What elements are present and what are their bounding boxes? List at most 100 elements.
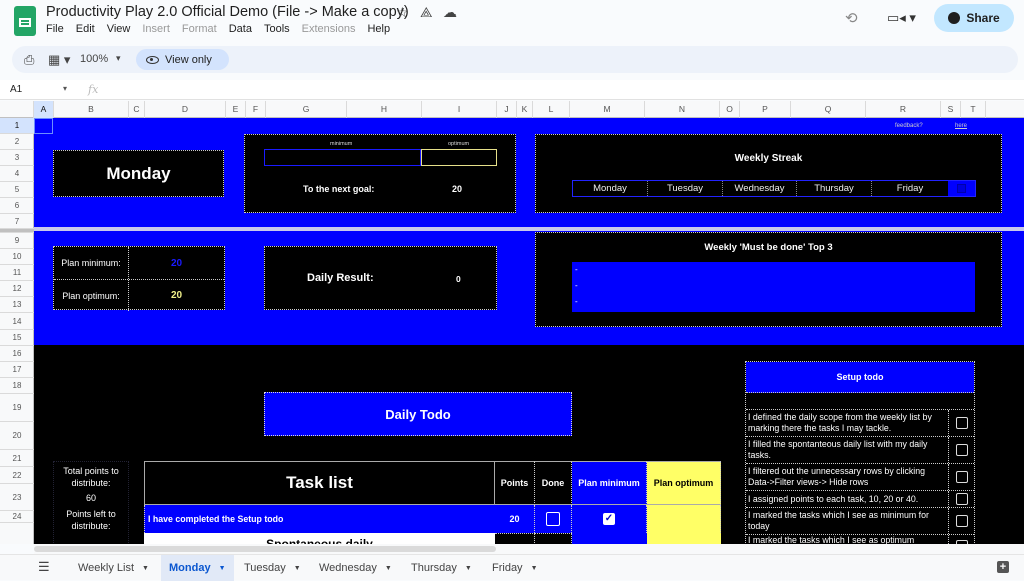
column-header-g[interactable]: G bbox=[266, 101, 347, 118]
menu-data[interactable]: Data bbox=[229, 23, 252, 35]
star-icon[interactable]: ☆ bbox=[396, 4, 409, 21]
sheets-logo-icon[interactable] bbox=[14, 6, 36, 36]
row-header-12[interactable]: 12 bbox=[0, 281, 34, 297]
task-plan-opt-cell[interactable] bbox=[647, 533, 721, 544]
column-header-b[interactable]: B bbox=[54, 101, 129, 118]
print-icon[interactable]: ⎙ bbox=[24, 52, 34, 68]
column-header-c[interactable]: C bbox=[129, 101, 145, 118]
column-header-k[interactable]: K bbox=[517, 101, 533, 118]
row-header-6[interactable]: 6 bbox=[0, 198, 34, 214]
explore-icon[interactable]: + bbox=[997, 561, 1009, 573]
menu-help[interactable]: Help bbox=[367, 23, 390, 35]
row-header-17[interactable]: 17 bbox=[0, 362, 34, 378]
row-header-13[interactable]: 13 bbox=[0, 297, 34, 313]
view-only-button[interactable]: View only bbox=[136, 49, 229, 70]
column-header-i[interactable]: I bbox=[422, 101, 497, 118]
zoom-select[interactable]: 100% bbox=[80, 53, 108, 65]
row-header-1[interactable]: 1 bbox=[0, 118, 34, 134]
chevron-down-icon[interactable]: ▾ bbox=[63, 84, 67, 93]
all-sheets-menu-icon[interactable]: ☰ bbox=[38, 559, 50, 575]
tab-thursday[interactable]: Thursday ▼ bbox=[403, 555, 480, 581]
task-done-checkbox[interactable] bbox=[546, 512, 560, 526]
row-header-18[interactable]: 18 bbox=[0, 378, 34, 394]
sheet-grid[interactable]: feedback? here Monday minimum optimum To… bbox=[34, 118, 1024, 544]
tab-friday[interactable]: Friday ▼ bbox=[484, 555, 546, 581]
menu-tools[interactable]: Tools bbox=[264, 23, 290, 35]
paint-format-icon[interactable]: ▦ ▾ bbox=[48, 52, 70, 68]
row-header-11[interactable]: 11 bbox=[0, 265, 34, 281]
task-points[interactable]: 20 bbox=[495, 505, 535, 533]
column-header-n[interactable]: N bbox=[645, 101, 720, 118]
document-title[interactable]: Productivity Play 2.0 Official Demo (Fil… bbox=[46, 4, 409, 20]
task-done-cell[interactable] bbox=[535, 533, 572, 544]
column-header-s[interactable]: S bbox=[941, 101, 961, 118]
task-points[interactable] bbox=[495, 533, 535, 544]
column-header-m[interactable]: M bbox=[570, 101, 645, 118]
chevron-down-icon[interactable]: ▾ bbox=[116, 53, 121, 64]
column-header-f[interactable]: F bbox=[246, 101, 266, 118]
row-header-2[interactable]: 2 bbox=[0, 134, 34, 150]
row-header-23[interactable]: 23 bbox=[0, 484, 34, 511]
row-header-20[interactable]: 20 bbox=[0, 422, 34, 450]
menu-view[interactable]: View bbox=[107, 23, 131, 35]
goal-panel: minimum optimum To the next goal: 20 bbox=[244, 134, 516, 213]
menu-edit[interactable]: Edit bbox=[76, 23, 95, 35]
column-header-j[interactable]: J bbox=[497, 101, 517, 118]
chevron-down-icon[interactable]: ▼ bbox=[294, 565, 301, 572]
column-header-q[interactable]: Q bbox=[791, 101, 866, 118]
row-header-9[interactable]: 9 bbox=[0, 233, 34, 249]
chevron-down-icon[interactable]: ▼ bbox=[219, 565, 226, 572]
select-all-corner[interactable] bbox=[0, 101, 34, 118]
task-plan-opt-cell[interactable] bbox=[647, 505, 721, 533]
setup-todo-checkbox[interactable] bbox=[955, 444, 968, 456]
setup-todo-checkbox[interactable] bbox=[955, 471, 968, 483]
column-header-l[interactable]: L bbox=[533, 101, 570, 118]
column-header-d[interactable]: D bbox=[145, 101, 226, 118]
row-header-15[interactable]: 15 bbox=[0, 330, 34, 346]
name-box[interactable]: A1 bbox=[10, 84, 22, 95]
version-history-icon[interactable]: ⟲ bbox=[845, 9, 863, 27]
tab-weekly-list[interactable]: Weekly List ▼ bbox=[70, 555, 157, 581]
row-header-22[interactable]: 22 bbox=[0, 467, 34, 484]
row-header-3[interactable]: 3 bbox=[0, 150, 34, 166]
move-to-drive-icon[interactable]: ⟁ bbox=[420, 4, 433, 21]
row-header-14[interactable]: 14 bbox=[0, 313, 34, 330]
setup-todo-checkbox[interactable] bbox=[955, 417, 968, 429]
row-header-16[interactable]: 16 bbox=[0, 346, 34, 362]
column-header-p[interactable]: P bbox=[740, 101, 791, 118]
horizontal-scrollbar[interactable] bbox=[34, 544, 1024, 554]
column-header-o[interactable]: O bbox=[720, 101, 740, 118]
row-header-21[interactable]: 21 bbox=[0, 450, 34, 467]
task-name[interactable]: I have completed the Setup todo bbox=[144, 505, 495, 533]
tab-tuesday[interactable]: Tuesday ▼ bbox=[236, 555, 309, 581]
chevron-down-icon[interactable]: ▼ bbox=[531, 565, 538, 572]
row-header-4[interactable]: 4 bbox=[0, 166, 34, 182]
row-header-7[interactable]: 7 bbox=[0, 214, 34, 229]
setup-todo-checkbox[interactable] bbox=[955, 515, 968, 527]
tab-monday[interactable]: Monday ▼ bbox=[161, 555, 234, 581]
column-header-h[interactable]: H bbox=[347, 101, 422, 118]
tab-label: Wednesday bbox=[319, 562, 377, 574]
task-plan-min-cell[interactable] bbox=[572, 533, 647, 544]
meet-icon[interactable]: ▭◂ ▾ bbox=[887, 10, 916, 26]
chevron-down-icon[interactable]: ▼ bbox=[142, 565, 149, 572]
column-header-a[interactable]: A bbox=[34, 101, 54, 118]
column-header-e[interactable]: E bbox=[226, 101, 246, 118]
share-button[interactable]: Share bbox=[934, 4, 1014, 32]
column-header-r[interactable]: R bbox=[866, 101, 941, 118]
row-header-10[interactable]: 10 bbox=[0, 249, 34, 265]
row-header-19[interactable]: 19 bbox=[0, 394, 34, 422]
scrollbar-thumb[interactable] bbox=[34, 546, 496, 552]
column-header-t[interactable]: T bbox=[961, 101, 986, 118]
chevron-down-icon[interactable]: ▼ bbox=[465, 565, 472, 572]
tab-wednesday[interactable]: Wednesday ▼ bbox=[311, 555, 400, 581]
selected-cell-a1[interactable] bbox=[34, 118, 53, 134]
row-header-24[interactable]: 24 bbox=[0, 511, 34, 523]
setup-todo-checkbox[interactable] bbox=[955, 493, 968, 505]
row-header-5[interactable]: 5 bbox=[0, 182, 34, 198]
feedback-link[interactable]: here bbox=[955, 123, 967, 129]
cloud-status-icon[interactable]: ☁ bbox=[443, 4, 457, 21]
menu-file[interactable]: File bbox=[46, 23, 64, 35]
chevron-down-icon[interactable]: ▼ bbox=[385, 565, 392, 572]
task-plan-min-checkbox-checked[interactable]: ✓ bbox=[603, 513, 615, 525]
